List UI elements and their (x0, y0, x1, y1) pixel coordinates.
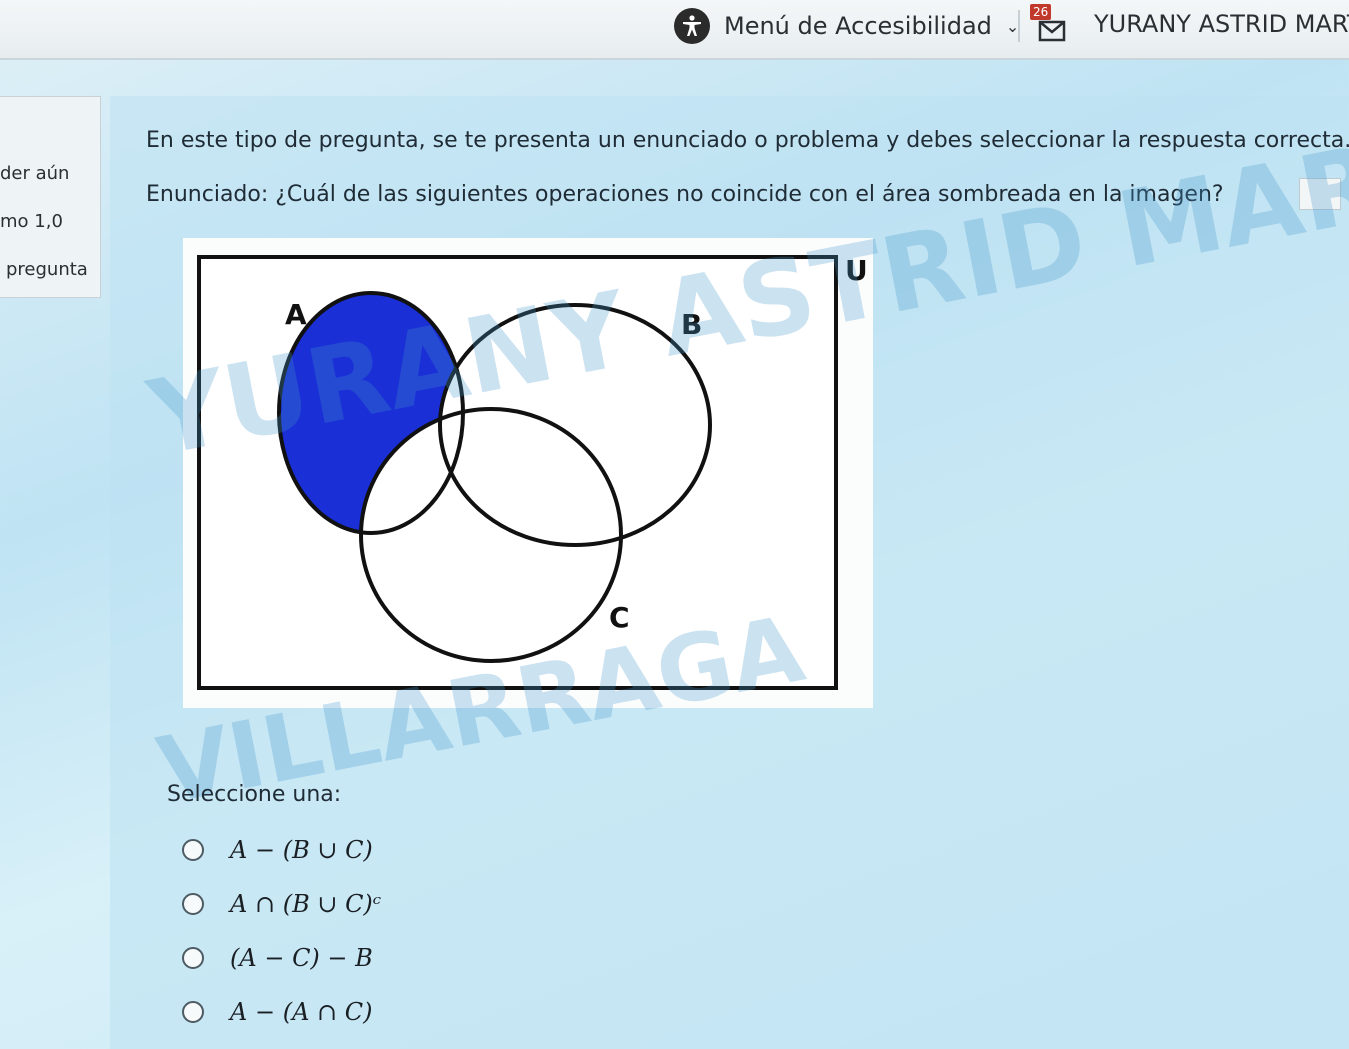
corner-control (1299, 178, 1341, 210)
radio-button[interactable] (182, 947, 204, 969)
label-u: U (845, 254, 868, 287)
top-navigation-bar: Menú de Accesibilidad ⌄ 26 YURANY ASTRID… (0, 0, 1349, 60)
messages-button[interactable]: 26 (1030, 4, 1070, 44)
label-b: B (681, 308, 702, 341)
divider (1018, 10, 1020, 42)
venn-diagram: U A B C (197, 254, 868, 690)
accessibility-menu-label: Menú de Accesibilidad (724, 12, 992, 40)
radio-button[interactable] (182, 893, 204, 915)
quiz-score-text: mo 1,0 (0, 211, 63, 232)
answer-option-3[interactable]: (A − C) − B (182, 944, 373, 972)
messages-count-badge: 26 (1030, 4, 1052, 20)
label-a: A (285, 298, 307, 331)
answer-option-1[interactable]: A − (B ∪ C) (182, 836, 373, 864)
question-statement: Enunciado: ¿Cuál de las siguientes opera… (146, 182, 1224, 207)
answer-option-4[interactable]: A − (A ∩ C) (182, 998, 373, 1026)
label-c: C (609, 601, 630, 634)
answer-option-2[interactable]: A ∩ (B ∪ C)ᶜ (182, 890, 381, 918)
accessibility-icon (674, 8, 710, 44)
answer-option-text[interactable]: A ∩ (B ∪ C)ᶜ (230, 890, 381, 918)
select-one-label: Seleccione una: (167, 782, 342, 807)
answer-option-text[interactable]: A − (B ∪ C) (230, 836, 373, 864)
user-name[interactable]: YURANY ASTRID MART (1094, 10, 1349, 38)
quiz-status-text: der aún (0, 163, 70, 184)
quiz-info-panel: der aún mo 1,0 pregunta (0, 96, 101, 298)
radio-button[interactable] (182, 839, 204, 861)
quiz-flag-text[interactable]: pregunta (6, 259, 88, 280)
accessibility-menu[interactable]: Menú de Accesibilidad ⌄ (674, 6, 1019, 46)
answer-option-text[interactable]: A − (A ∩ C) (230, 998, 373, 1026)
answer-option-text[interactable]: (A − C) − B (230, 944, 373, 972)
radio-button[interactable] (182, 1001, 204, 1023)
question-instruction: En este tipo de pregunta, se te presenta… (146, 128, 1349, 153)
